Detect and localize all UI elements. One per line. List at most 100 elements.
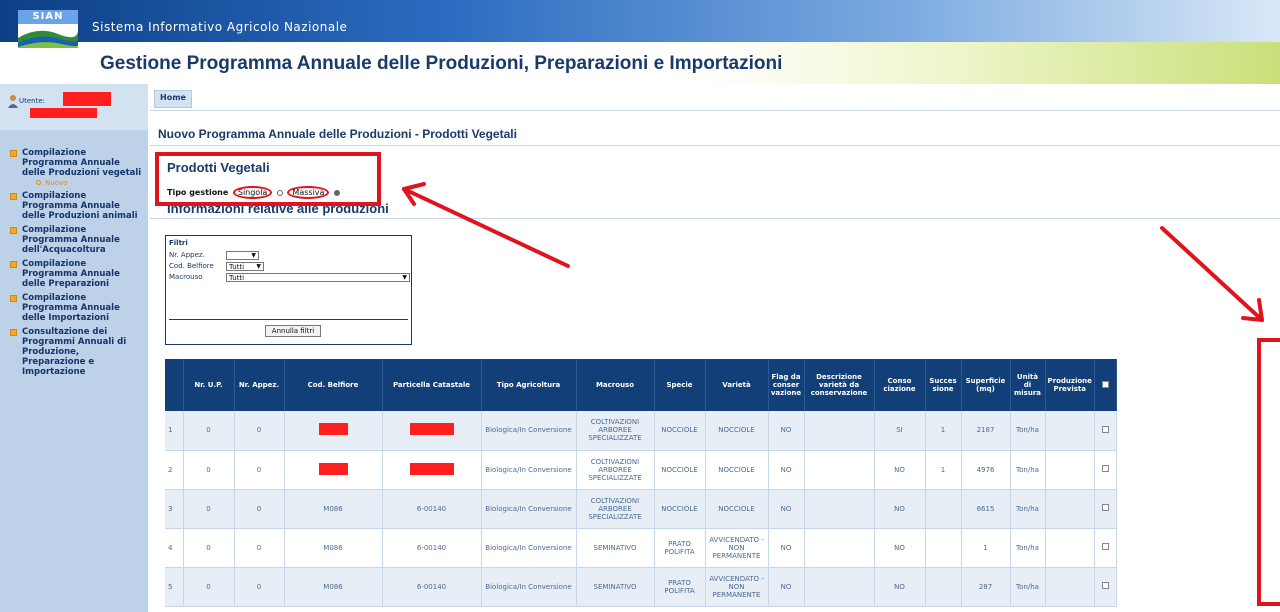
user-label: Utente: [19,97,46,105]
sidebar-item-label: Compilazione Programma Annuale delle Pro… [22,148,142,178]
cell-nr-appez: 0 [234,450,285,490]
cod-belfiore-select[interactable]: Tutti ▼ [226,262,264,271]
cell-unita: Ton/ha [1010,567,1046,607]
cell-descrizione [804,411,875,451]
col-produzione[interactable]: Produzione Prevista [1045,359,1095,411]
cell-flag: NO [768,489,805,529]
cell-consociazione: SI [874,411,926,451]
cell-specie: NOCCIOLE [654,450,706,490]
logo-waves-icon [18,24,78,48]
table-row[interactable]: 4 0 0 M086 6-00140 Biologica/In Conversione SE… [165,528,1117,568]
sidebar-item-label: Compilazione Programma Annuale dell'Acqu… [22,225,120,255]
bullet-icon [10,227,17,234]
table-row[interactable]: 2 0 0 Biologica/In Conversione COLTIVAZIONI … [165,450,1117,490]
col-tipo-agricoltura[interactable]: Tipo Agricoltura [481,359,577,411]
cell-consociazione: NO [874,450,926,490]
col-successione[interactable]: Succes sione [925,359,962,411]
col-flag[interactable]: Flag da conser vazione [768,359,805,411]
cell-successione [925,528,962,568]
cell-nr-up: 0 [183,489,235,529]
cell-unita: Ton/ha [1010,411,1046,451]
cell-produzione [1045,528,1095,568]
sidebar-item-label: Consultazione dei Programmi Annuali di P… [22,327,127,377]
redacted-username [63,92,111,106]
user-icon [8,95,18,108]
chevron-down-icon: ▼ [256,263,261,270]
cell-descrizione [804,528,875,568]
cell-rownum: 5 [165,567,184,607]
sidebar-subitem-label: Nuovo [45,179,68,187]
cell-rownum: 3 [165,489,184,529]
col-nr-appez[interactable]: Nr. Appez. [234,359,285,411]
cell-specie: NOCCIOLE [654,411,706,451]
row-checkbox[interactable] [1101,543,1109,550]
nr-appez-select[interactable]: ▼ [226,251,259,260]
redacted-value [318,462,348,475]
cell-tipo-agricoltura: Biologica/In Conversione [481,450,577,490]
cell-particella: 6-00140 [382,489,482,529]
cell-nr-appez: 0 [234,528,285,568]
annotation-box [155,152,381,206]
arrow-to-gestione [402,182,570,268]
cell-descrizione [804,450,875,490]
divider [150,145,1280,146]
table-row[interactable]: 5 0 0 M086 6-00140 Biologica/In Conversione SE… [165,567,1117,607]
cell-consociazione: NO [874,489,926,529]
col-specie[interactable]: Specie [654,359,706,411]
col-particella[interactable]: Particella Catastale [382,359,482,411]
page-title: Nuovo Programma Annuale delle Produzioni… [158,127,517,141]
chevron-down-icon: ▼ [251,252,256,259]
sidebar-item-importazioni[interactable]: Compilazione Programma Annuale delle Imp… [10,293,144,323]
sian-logo: SIAN [18,10,78,48]
redacted-value [409,462,454,475]
row-checkbox[interactable] [1101,582,1109,589]
filter-panel: Filtri Nr. Appez. ▼ Cod. Belfiore Tutti ▼… [165,235,412,345]
sidebar-item-label: Compilazione Programma Annuale delle Pre… [22,259,120,289]
col-cod-belfiore[interactable]: Cod. Belfiore [284,359,383,411]
row-checkbox[interactable] [1101,504,1109,511]
cell-select [1094,489,1117,529]
col-superficie[interactable]: Superficie (mq) [961,359,1011,411]
bullet-icon [10,150,17,157]
annulla-filtri-button[interactable]: Annulla filtri [265,325,321,337]
cell-tipo-agricoltura: Biologica/In Conversione [481,411,577,451]
cell-unita: Ton/ha [1010,489,1046,529]
sidebar-item-consultazione[interactable]: Consultazione dei Programmi Annuali di P… [10,327,144,377]
cell-produzione [1045,567,1095,607]
table-row[interactable]: 1 0 0 Biologica/In Conversione COLTIVAZIONI … [165,411,1117,451]
cell-nr-up: 0 [183,567,235,607]
bullet-icon [10,193,17,200]
sidebar-subitem-nuovo[interactable]: Nuovo [10,179,144,187]
sidebar-item-acquacoltura[interactable]: Compilazione Programma Annuale dell'Acqu… [10,225,144,255]
row-checkbox[interactable] [1101,465,1109,472]
cell-cod-belfiore [284,450,383,490]
col-unita[interactable]: Unità di misura [1010,359,1046,411]
col-descrizione[interactable]: Descrizione varietà da conservazione [804,359,875,411]
select-all-checkbox[interactable] [1101,380,1109,388]
cell-select [1094,411,1117,451]
col-consociazione[interactable]: Conso ciazione [874,359,926,411]
sidebar-item-produzioni-animali[interactable]: Compilazione Programma Annuale delle Pro… [10,191,144,221]
cell-nr-appez: 0 [234,567,285,607]
sidebar-item-label: Compilazione Programma Annuale delle Pro… [22,191,138,221]
cell-superficie: 4976 [961,450,1011,490]
macrouso-select[interactable]: Tutti ▼ [226,273,410,282]
redacted-username-line2 [30,108,97,118]
col-select-all [1094,359,1117,411]
divider [150,110,1280,111]
sidebar-item-preparazioni[interactable]: Compilazione Programma Annuale delle Pre… [10,259,144,289]
sidebar-item-produzioni-vegetali[interactable]: Compilazione Programma Annuale delle Pro… [10,148,144,178]
system-title: Sistema Informativo Agricolo Nazionale [92,20,348,34]
cell-produzione [1045,489,1095,529]
annotation-box-checkboxes [1257,338,1280,606]
col-macrouso[interactable]: Macrouso [576,359,655,411]
cell-tipo-agricoltura: Biologica/In Conversione [481,528,577,568]
breadcrumb-home[interactable]: Home [154,90,192,108]
cell-superficie: 2187 [961,411,1011,451]
cell-produzione [1045,450,1095,490]
col-nr-up[interactable]: Nr. U.P. [183,359,235,411]
table-row[interactable]: 3 0 0 M086 6-00140 Biologica/In Conversione CO… [165,489,1117,529]
col-varieta[interactable]: Varietà [705,359,769,411]
cell-cod-belfiore: M086 [284,489,383,529]
row-checkbox[interactable] [1101,425,1109,433]
